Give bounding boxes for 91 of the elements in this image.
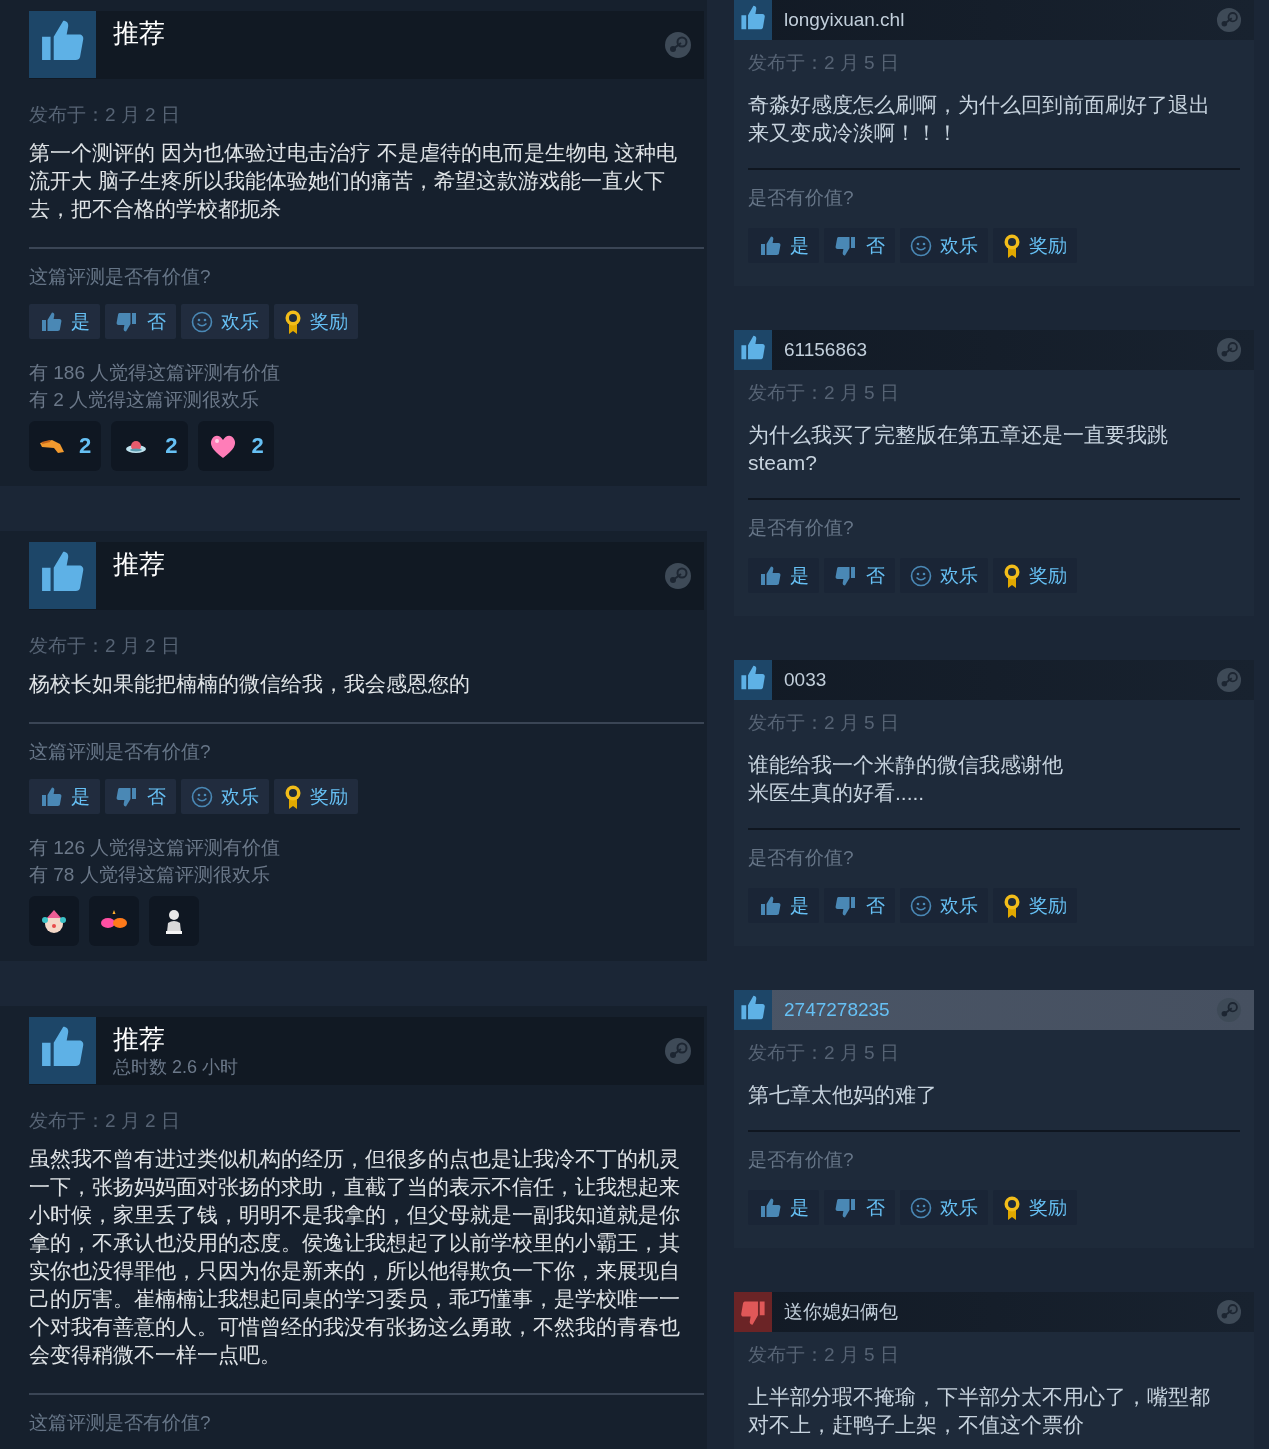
- username[interactable]: 0033: [784, 669, 1216, 691]
- username[interactable]: 送你媳妇俩包: [784, 1299, 1216, 1325]
- no-button[interactable]: 否: [105, 304, 176, 339]
- logo-icon: [1216, 667, 1242, 693]
- helpful-question: 是否有价值?: [748, 186, 855, 210]
- verdict-title: 推荐: [113, 1023, 166, 1056]
- review-text-line: 米医生真的好看.....: [748, 780, 926, 806]
- smiley-icon: [910, 894, 932, 917]
- post-date: 发布于：2 月 5 日: [748, 381, 900, 405]
- award-button[interactable]: 奖励: [274, 304, 358, 339]
- award-button[interactable]: 奖励: [993, 558, 1077, 593]
- ribbon-icon: [284, 308, 302, 335]
- username[interactable]: longyixuan.chl: [784, 9, 1216, 31]
- funny-count: 有 2 人觉得这篇评测很欢乐: [29, 388, 261, 412]
- playtime-text: 总时数 2.6 小时: [113, 1057, 240, 1077]
- logo-icon: [664, 31, 692, 59]
- award-button[interactable]: 奖励: [993, 888, 1077, 923]
- logo-icon: [664, 562, 692, 590]
- post-date: 发布于：2 月 2 日: [29, 634, 181, 658]
- no-button[interactable]: 否: [105, 779, 176, 814]
- verdict-title: 推荐: [113, 17, 166, 50]
- smiley-icon: [191, 310, 213, 333]
- review-text: 杨校长如果能把楠楠的微信给我，我会感恩您的: [29, 671, 471, 697]
- no-button[interactable]: 否: [824, 228, 895, 263]
- helpful-count: 有 186 人觉得这篇评测有价值: [29, 361, 282, 385]
- yes-button[interactable]: 是: [748, 228, 819, 263]
- funny-button[interactable]: 欢乐: [181, 304, 269, 339]
- award-badge[interactable]: [89, 896, 139, 946]
- helpful-question: 这篇评测是否有价值?: [29, 265, 212, 289]
- review-text-line: 谁能给我一个米静的微信我感谢他: [748, 752, 1064, 778]
- ribbon-icon: [1003, 562, 1021, 589]
- post-date: 发布于：2 月 5 日: [748, 711, 900, 735]
- helpful-count: 有 126 人觉得这篇评测有价值: [29, 836, 282, 860]
- review-text: 为什么我买了完整版在第五章还是一直要我跳steam?: [748, 422, 1169, 476]
- helpful-question: 这篇评测是否有价值?: [29, 740, 212, 764]
- award-count: 2: [165, 433, 178, 459]
- review-text: 第七章太他妈的难了: [748, 1082, 938, 1108]
- verdict-title: 推荐: [113, 548, 166, 581]
- logo-icon: [1216, 997, 1242, 1023]
- post-date: 发布于：2 月 2 日: [29, 103, 181, 127]
- yes-button[interactable]: 是: [748, 1190, 819, 1225]
- award-count: 2: [79, 433, 92, 459]
- logo-icon: [1216, 1299, 1242, 1325]
- hand-icon: [39, 438, 65, 454]
- award-badge[interactable]: [149, 896, 199, 946]
- yes-button[interactable]: 是: [29, 779, 100, 814]
- ribbon-icon: [1003, 1194, 1021, 1221]
- post-date: 发布于：2 月 2 日: [29, 1109, 181, 1133]
- logo-icon: [1216, 337, 1242, 363]
- funny-button[interactable]: 欢乐: [181, 779, 269, 814]
- award-button[interactable]: 奖励: [993, 1190, 1077, 1225]
- funny-button[interactable]: 欢乐: [900, 558, 988, 593]
- username[interactable]: 2747278235: [784, 999, 1216, 1021]
- username[interactable]: 61156863: [784, 339, 1216, 361]
- yes-button[interactable]: 是: [748, 888, 819, 923]
- award-count: 2: [251, 433, 264, 459]
- post-date: 发布于：2 月 5 日: [748, 1343, 900, 1367]
- review-text: 第一个测评的 因为也体验过电击治疗 不是虐待的电而是生物电 这种电流开大 脑子生疼所以我能体验她们的痛苦，希望这款游戏能一直火下去，把不合格的学校都扼杀: [29, 140, 678, 222]
- post-date: 发布于：2 月 5 日: [748, 1041, 900, 1065]
- helpful-question: 是否有价值?: [748, 846, 855, 870]
- award-button[interactable]: 奖励: [993, 228, 1077, 263]
- yes-button[interactable]: 是: [748, 558, 819, 593]
- no-button[interactable]: 否: [824, 1190, 895, 1225]
- review-text: 虽然我不曾有进过类似机构的经历，但很多的点也是让我冷不丁的机灵一下，张扬妈妈面对张扬的求助，直截了当的表示不信任，让我想起来小时候，家里丢了钱，明明不是我拿的，但父母就是一副我知道就是你拿的，不承认也没用的态度。侯逸让我想起了以前学校里的小霸王，其实你也没得罪他，只因为你是新来的，所以他得欺负一下你，来展现自己的厉害。崔楠楠让我想起同桌的学习委员，乖巧懂事，是学校唯一一个对我有善意的人。可惜曾经的我没有张扬这么勇敢，不然我的青春也会变得稍微不一样一点吧。: [29, 1146, 681, 1368]
- funny-count: 有 78 人觉得这篇评测很欢乐: [29, 863, 271, 887]
- helpful-question: 是否有价值?: [748, 1148, 855, 1172]
- no-button[interactable]: 否: [824, 558, 895, 593]
- smiley-icon: [910, 564, 932, 587]
- smiley-icon: [910, 1196, 932, 1219]
- review-text: 奇淼好感度怎么刷啊，为什么回到前面刷好了退出来又变成冷淡啊！！！: [748, 92, 1211, 146]
- smiley-icon: [191, 785, 213, 808]
- award-badge[interactable]: 2: [197, 421, 274, 471]
- helpful-question: 是否有价值?: [748, 516, 855, 540]
- logo-icon: [1216, 7, 1242, 33]
- logo-icon: [664, 1037, 692, 1065]
- no-button[interactable]: 否: [824, 888, 895, 923]
- award-button[interactable]: 奖励: [274, 779, 358, 814]
- post-date: 发布于：2 月 5 日: [748, 51, 900, 75]
- smiley-icon: [910, 234, 932, 257]
- ribbon-icon: [1003, 892, 1021, 919]
- funny-button[interactable]: 欢乐: [900, 888, 988, 923]
- award-badge[interactable]: [29, 896, 79, 946]
- award-badge[interactable]: 2: [111, 421, 188, 471]
- review-text: 上半部分瑕不掩瑜，下半部分太不用心了，嘴型都对不上，赶鸭子上架，不值这个票价: [748, 1384, 1211, 1438]
- yes-button[interactable]: 是: [29, 304, 100, 339]
- funny-button[interactable]: 欢乐: [900, 1190, 988, 1225]
- ribbon-icon: [1003, 232, 1021, 259]
- funny-button[interactable]: 欢乐: [900, 228, 988, 263]
- helpful-question: 这篇评测是否有价值?: [29, 1411, 212, 1435]
- ribbon-icon: [284, 783, 302, 810]
- award-badge[interactable]: 2: [29, 421, 102, 471]
